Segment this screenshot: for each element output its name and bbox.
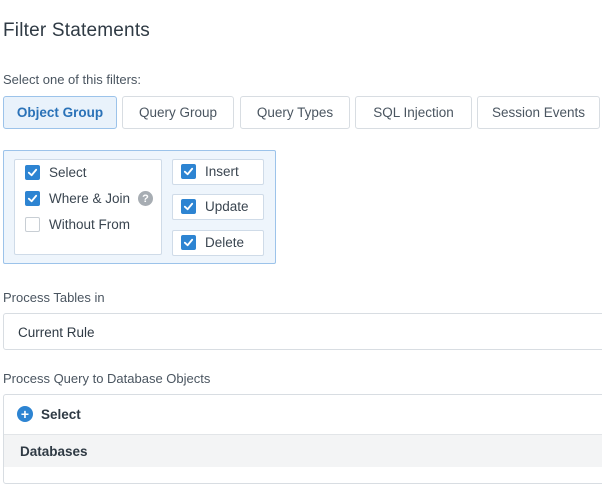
select-button-label: Select [41,406,81,422]
checkbox-checked-icon [181,164,196,179]
tab-label: Query Types [256,105,334,120]
checkbox-label: Delete [205,235,245,250]
checkbox-checked-icon [25,191,40,206]
databases-column-header: Databases [20,444,88,459]
checkbox-where-join[interactable]: Where & Join ? [25,191,154,206]
tab-label: Query Group [138,105,218,120]
process-query-label: Process Query to Database Objects [3,371,211,386]
tab-session-events[interactable]: Session Events [477,96,600,129]
tab-query-group[interactable]: Query Group [122,96,234,129]
checkbox-checked-icon [25,165,40,180]
tab-sql-injection[interactable]: SQL Injection [355,96,472,129]
object-group-panel: Select Where & Join ? Without From Inser… [3,150,276,264]
process-tables-select[interactable]: Current Rule [3,313,602,350]
process-query-panel: + Select Databases [3,394,602,484]
checkbox-insert-box: Insert [172,159,264,185]
checkbox-label: Without From [49,217,131,232]
tab-label: Object Group [16,105,104,120]
tab-object-group[interactable]: Object Group [3,96,117,129]
checkbox-select[interactable]: Select [25,165,87,180]
checkbox-update[interactable]: Update [181,199,249,214]
checkbox-delete-box: Delete [172,230,264,256]
page-title: Filter Statements [3,20,151,41]
plus-icon: + [17,406,33,422]
process-tables-label: Process Tables in [3,290,105,305]
databases-header-row: Databases [4,434,602,467]
checkbox-update-box: Update [172,194,264,220]
tab-label: SQL Injection [373,105,454,120]
select-options-box: Select Where & Join ? Without From [14,159,162,255]
checkbox-label: Select [49,165,87,180]
process-tables-value: Current Rule [18,325,95,340]
checkbox-label: Where & Join [49,191,131,206]
filters-label: Select one of this filters: [3,72,142,87]
tab-label: Session Events [491,105,586,120]
checkbox-checked-icon [181,235,196,250]
checkbox-label: Update [205,199,249,214]
select-objects-button[interactable]: + Select [17,406,81,422]
help-icon[interactable]: ? [138,191,154,206]
checkbox-unchecked-icon [25,217,40,232]
checkbox-checked-icon [181,199,196,214]
checkbox-label: Insert [205,164,239,179]
checkbox-delete[interactable]: Delete [181,235,244,250]
tab-query-types[interactable]: Query Types [240,96,350,129]
checkbox-without-from[interactable]: Without From [25,217,130,232]
checkbox-insert[interactable]: Insert [181,164,239,179]
